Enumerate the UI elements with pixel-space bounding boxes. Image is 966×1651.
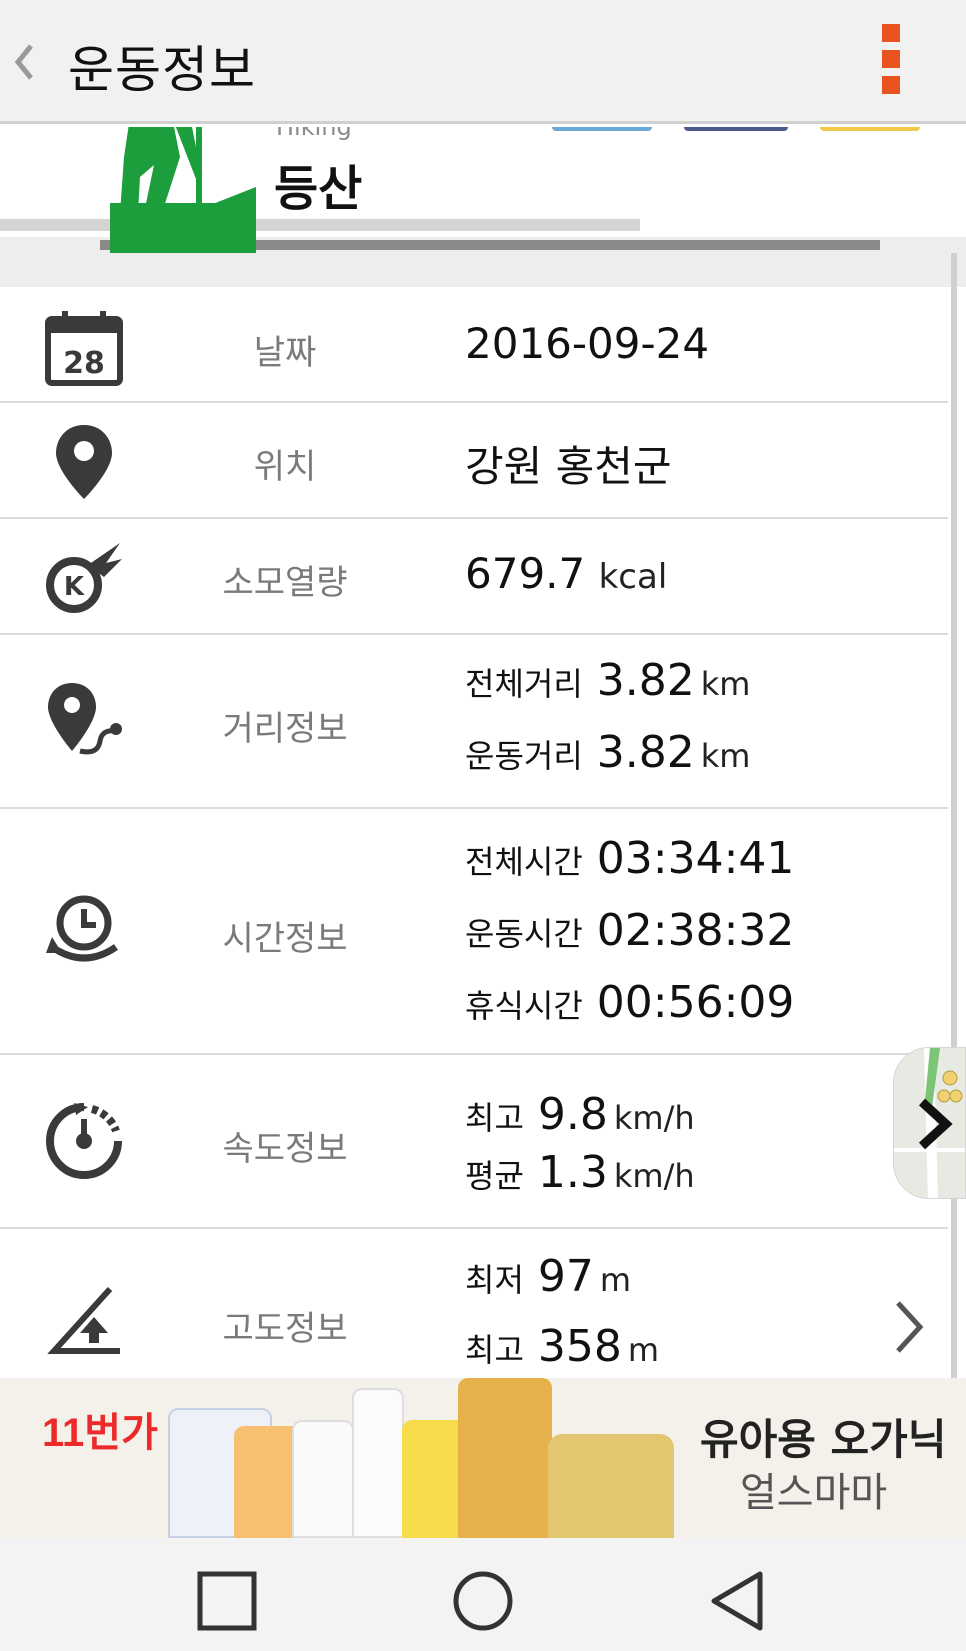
exercise-distance: 운동거리 3.82 km: [465, 727, 750, 778]
min-altitude-value: 97: [537, 1251, 594, 1302]
total-time-label: 전체시간: [465, 843, 583, 881]
calories-number: 679.7: [465, 549, 586, 598]
location-value: 강원 홍천군: [465, 442, 672, 491]
svg-text:K: K: [64, 572, 85, 602]
row-label: 소모열량: [222, 563, 348, 603]
total-time-value: 03:34:41: [596, 833, 795, 884]
ad-logo: 11번가: [42, 1411, 158, 1455]
calorie-burn-icon: K: [46, 543, 122, 613]
row-calories: K 소모열량 679.7 kcal: [0, 519, 948, 635]
max-altitude-value: 358: [537, 1321, 622, 1372]
row-label: 거리정보: [222, 709, 348, 749]
row-label: 위치: [253, 447, 317, 487]
product-image: [548, 1434, 674, 1538]
more-vert-icon: [876, 24, 906, 94]
chevron-left-icon: [14, 44, 33, 80]
min-altitude-unit: m: [599, 1261, 632, 1299]
triangle-back-icon[interactable]: [704, 1566, 774, 1636]
row-label: 시간정보: [222, 919, 348, 959]
info-list: 28 날짜 2016-09-24 위치 강원 홍천군 K 소모열량 679.7 …: [0, 287, 948, 1377]
activity-name: 등산: [274, 161, 363, 217]
exercise-time: 운동시간 02:38:32: [465, 905, 794, 956]
speedometer-icon: [46, 1103, 122, 1179]
calendar-icon: 28: [45, 311, 123, 386]
row-time: 시간정보 전체시간 03:34:41 운동시간 02:38:32 휴식시간 00:56…: [0, 809, 948, 1055]
row-altitude[interactable]: 고도정보 최저 97 m 최고 358 m: [0, 1229, 948, 1377]
avg-speed-value: 1.3: [537, 1147, 608, 1198]
exercise-time-value: 02:38:32: [596, 905, 795, 956]
product-image: [458, 1378, 552, 1538]
avg-speed-unit: km/h: [613, 1157, 695, 1195]
rest-time-value: 00:56:09: [596, 977, 795, 1028]
ad-headline: 유아용 오가닉: [700, 1415, 947, 1464]
max-speed-value: 9.8: [537, 1089, 608, 1140]
circle-icon[interactable]: [448, 1566, 518, 1636]
activity-name-en: Hiking: [276, 127, 352, 141]
tab-indicator: [552, 127, 652, 131]
row-date: 28 날짜 2016-09-24: [0, 287, 948, 403]
exercise-distance-value: 3.82: [596, 727, 695, 778]
max-altitude-unit: m: [627, 1331, 660, 1369]
time-cycle-icon: [46, 895, 118, 962]
scrollbar[interactable]: [951, 253, 957, 1573]
row-distance: 거리정보 전체거리 3.82 km 운동거리 3.82 km: [0, 635, 948, 809]
avg-speed-label: 평균: [465, 1157, 524, 1195]
total-time: 전체시간 03:34:41: [465, 833, 794, 884]
banner-stripe: [0, 219, 640, 231]
route-pin-icon: [48, 683, 122, 755]
rest-time-label: 휴식시간: [465, 987, 583, 1025]
calories-value: 679.7 kcal: [465, 549, 667, 598]
system-nav-bar: [0, 1538, 966, 1651]
tab-indicator: [820, 127, 920, 131]
calendar-day: 28: [63, 346, 105, 381]
map-thumbnail-button[interactable]: [893, 1047, 966, 1199]
location-pin-icon: [56, 425, 112, 499]
total-distance-label: 전체거리: [465, 665, 583, 703]
ad-banner[interactable]: 11번가 유아용 오가닉 얼스마마: [0, 1378, 966, 1538]
more-menu-button[interactable]: [876, 24, 906, 100]
max-speed-label: 최고: [465, 1099, 524, 1137]
min-altitude: 최저 97 m: [465, 1251, 631, 1302]
total-distance-value: 3.82: [596, 655, 695, 706]
date-value: 2016-09-24: [465, 319, 710, 368]
row-speed: 속도정보 최고 9.8 km/h 평균 1.3 km/h: [0, 1055, 948, 1229]
max-altitude: 최고 358 m: [465, 1321, 659, 1372]
app-bar: 운동정보: [0, 0, 966, 124]
tab-indicator: [684, 127, 788, 131]
row-label: 속도정보: [222, 1129, 348, 1169]
ad-subline: 얼스마마: [740, 1470, 888, 1516]
chevron-right-icon: [918, 1098, 953, 1150]
product-image: [352, 1388, 404, 1538]
max-altitude-label: 최고: [465, 1331, 524, 1369]
max-speed: 최고 9.8 km/h: [465, 1089, 695, 1140]
hiker-icon: [110, 127, 256, 253]
min-altitude-label: 최저: [465, 1261, 524, 1299]
activity-banner: Hiking 등산: [0, 127, 966, 287]
row-location: 위치 강원 홍천군: [0, 403, 948, 519]
page-title: 운동정보: [68, 41, 256, 99]
rest-time: 휴식시간 00:56:09: [465, 977, 794, 1028]
chevron-right-icon[interactable]: [890, 1297, 926, 1357]
back-button[interactable]: [6, 36, 42, 88]
exercise-distance-label: 운동거리: [465, 737, 583, 775]
exercise-time-label: 운동시간: [465, 915, 583, 953]
square-icon[interactable]: [192, 1566, 262, 1636]
product-image: [292, 1420, 354, 1538]
calories-unit: kcal: [598, 557, 668, 597]
altitude-icon: [47, 1286, 120, 1354]
row-label: 날짜: [253, 333, 317, 373]
avg-speed: 평균 1.3 km/h: [465, 1147, 695, 1198]
total-distance-unit: km: [700, 665, 751, 703]
max-speed-unit: km/h: [613, 1099, 695, 1137]
total-distance: 전체거리 3.82 km: [465, 655, 750, 706]
row-label: 고도정보: [222, 1309, 348, 1349]
exercise-distance-unit: km: [700, 737, 751, 775]
